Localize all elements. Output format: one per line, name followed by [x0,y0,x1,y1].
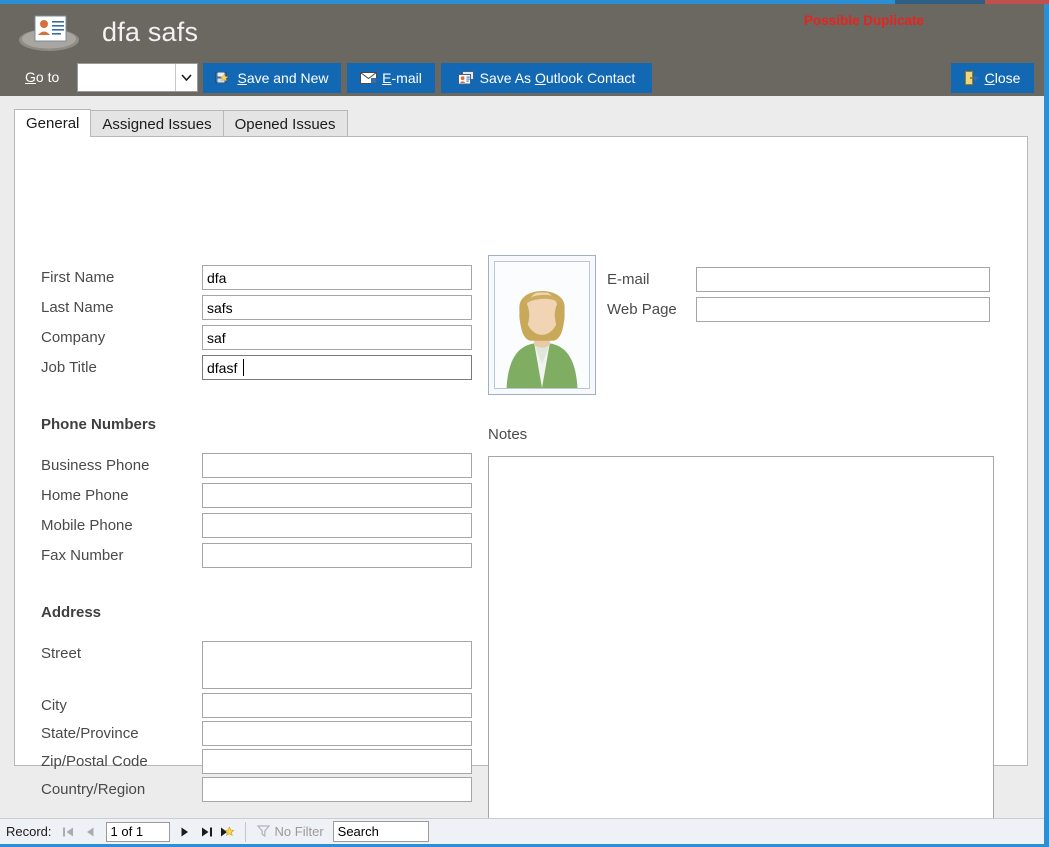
next-record-button[interactable] [174,821,196,843]
filter-toggle[interactable]: No Filter [251,824,330,840]
save-and-new-accel: S [237,70,247,86]
phone-numbers-heading: Phone Numbers [41,416,157,433]
home-phone-label: Home Phone [41,487,129,504]
previous-record-button[interactable] [80,821,102,843]
e-mail-label: E-mail [607,271,650,288]
email-accel: E [382,70,392,86]
tab-assigned-issues-label: Assigned Issues [102,115,212,133]
goto-combobox[interactable] [77,63,198,92]
record-label: Record: [6,824,52,839]
email-text: -mail [391,70,422,86]
mobile-phone-input[interactable] [202,513,472,538]
last-name-input[interactable] [202,295,472,320]
record-position-input[interactable] [105,821,170,842]
e-mail-input[interactable] [696,267,990,292]
home-phone-input[interactable] [202,483,472,508]
city-label: City [41,697,67,714]
tab-general[interactable]: General [14,109,92,137]
web-page-input[interactable] [696,297,990,322]
outlook-contact-icon [457,71,475,85]
notes-label: Notes [488,426,528,443]
country-region-label: Country/Region [41,781,146,798]
possible-duplicate-warning: Possible Duplicate [804,13,925,28]
save-and-new-button[interactable]: Save and New [203,63,341,93]
first-name-input[interactable] [202,265,472,290]
street-label: Street [41,645,82,662]
close-label: Close [985,70,1021,86]
close-door-icon [964,71,980,85]
goto-label-accel: G [25,69,36,85]
address-heading: Address [41,604,102,621]
fax-number-label: Fax Number [41,547,124,564]
state-province-label: State/Province [41,725,139,742]
goto-label-rest: o to [35,69,60,85]
zip-postal-code-label: Zip/Postal Code [41,753,148,770]
new-record-button[interactable] [218,821,240,843]
contact-photo[interactable] [488,255,596,395]
outlook-text-before: Save As [479,70,535,86]
save-and-new-text: ave and New [246,70,329,86]
notes-input[interactable] [488,456,994,830]
record-navigation-bar: Record: 1 of 1 No Filter Search [0,818,1044,844]
zip-postal-code-input[interactable] [202,749,472,774]
save-as-outlook-contact-button[interactable]: Save As Outlook Contact [441,63,652,93]
company-input[interactable] [202,325,472,350]
first-record-button[interactable] [58,821,80,843]
email-label: E-mail [382,70,422,86]
filter-funnel-icon [256,824,270,840]
job-title-label: Job Title [41,359,97,376]
goto-input[interactable] [78,64,175,91]
web-page-label: Web Page [607,301,677,318]
email-icon [360,72,378,84]
close-accel: C [984,70,995,86]
tab-strip: General Assigned Issues Opened Issues [14,109,1028,137]
state-province-input[interactable] [202,721,472,746]
window-right-border [1044,4,1049,847]
last-record-button[interactable] [196,821,218,843]
city-input[interactable] [202,693,472,718]
contact-card-icon [18,10,80,54]
street-input[interactable] [202,641,472,689]
tab-opened-issues[interactable]: Opened Issues [222,110,348,137]
company-label: Company [41,329,106,346]
country-region-input[interactable] [202,777,472,802]
contact-details-window: dfa safs Possible Duplicate Go to Save a… [0,0,1049,847]
business-phone-label: Business Phone [41,457,150,474]
page-title: dfa safs [102,17,199,47]
fax-number-input[interactable] [202,543,472,568]
contact-photo-placeholder-image [494,261,590,389]
statusbar-separator [244,821,246,842]
last-name-label: Last Name [41,299,114,316]
form-header: dfa safs Possible Duplicate Go to Save a… [0,4,1044,96]
goto-label: Go to [25,69,59,85]
outlook-text-after: utlook Contact [545,70,636,86]
tab-assigned-issues[interactable]: Assigned Issues [90,110,224,137]
save-and-new-label: Save and New [237,70,328,86]
close-text: lose [994,70,1021,86]
filter-status-label: No Filter [274,824,324,839]
chevron-down-icon[interactable] [175,64,197,91]
form-body: General Assigned Issues Opened Issues Fi… [0,96,1044,830]
save-new-icon [215,71,232,85]
tab-panel-general: First Name Last Name Company Job Title [14,136,1028,830]
tab-general-label: General [26,115,80,132]
close-button[interactable]: Close [951,63,1034,93]
search-input[interactable] [332,821,429,842]
first-name-label: First Name [41,269,115,286]
save-as-outlook-contact-label: Save As Outlook Contact [480,70,636,86]
email-button[interactable]: E-mail [347,63,435,93]
business-phone-input[interactable] [202,453,472,478]
mobile-phone-label: Mobile Phone [41,517,133,534]
tab-opened-issues-label: Opened Issues [234,115,336,133]
outlook-accel: O [534,70,546,86]
